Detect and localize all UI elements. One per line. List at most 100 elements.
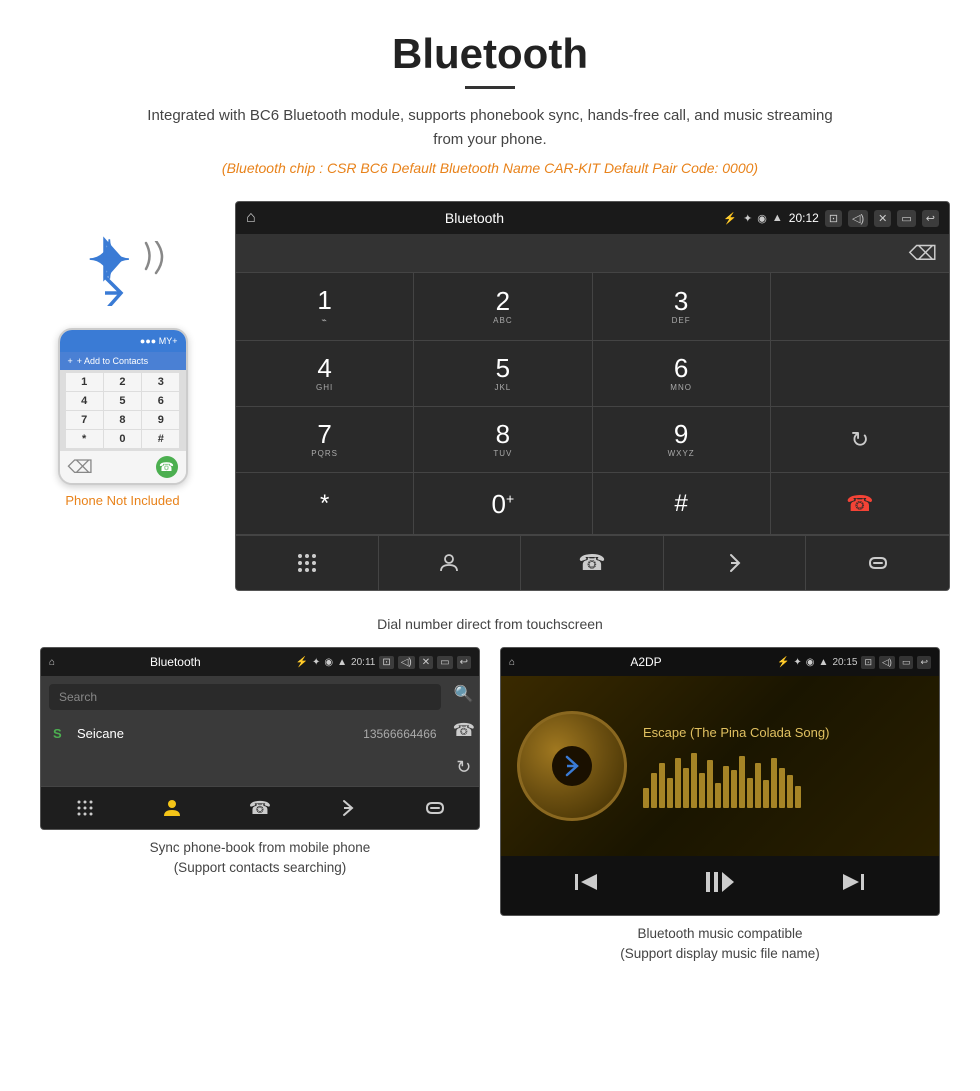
dial-key-4[interactable]: 4 GHI: [236, 341, 414, 407]
pb-close-icon: ✕: [419, 656, 433, 669]
music-home-icon: ⌂: [509, 657, 515, 668]
person-icon: [438, 552, 460, 574]
pb-contacts-button[interactable]: [129, 787, 217, 829]
phone-key-5[interactable]: 5: [104, 392, 141, 410]
contacts-action-button[interactable]: [379, 536, 522, 590]
phonebook-block: ⌂ Bluetooth ⚡ ✦ ◉ ▲ 20:11 ⊡ ◁) ✕ ▭ ↩ Sea…: [30, 647, 490, 965]
phone-key-7[interactable]: 7: [66, 411, 103, 429]
dialer-screen: ⌂ Bluetooth ⚡ ✦ ◉ ▲ 20:12 ⊡ ◁) ✕ ▭ ↩ ⌫: [235, 201, 950, 591]
main-section: ✦ ●●● MY+ + + Add to Contacts: [0, 186, 980, 606]
music-caption-line2: (Support display music file name): [620, 946, 820, 961]
pb-dialpad-button[interactable]: [41, 787, 129, 829]
music-caption-line1: Bluetooth music compatible: [637, 926, 802, 941]
pb-signal-icon: ▲: [337, 657, 347, 668]
pb-bt-icon: ✦: [312, 657, 320, 668]
pb-back-icon: ↩: [457, 656, 471, 669]
dial-key-7[interactable]: 7 PQRS: [236, 407, 414, 473]
song-title: Escape (The Pina Colada Song): [643, 725, 923, 740]
pb-vol-icon: ◁): [398, 656, 415, 669]
dial-key-6[interactable]: 6 MNO: [593, 341, 771, 407]
viz-bar-18: [779, 768, 785, 808]
pb-bottom-bar: ☎: [41, 786, 479, 829]
refresh-button[interactable]: ↻: [771, 407, 949, 473]
album-bluetooth-icon: [561, 751, 583, 781]
dial-key-8[interactable]: 8 TUV: [414, 407, 592, 473]
pb-contact-phone: 13566664466: [363, 727, 436, 741]
phone-action-button[interactable]: ☎: [521, 536, 664, 590]
title-divider: [465, 86, 515, 89]
dial-key-3[interactable]: 3 DEF: [593, 273, 771, 341]
music-screen: ⌂ A2DP ⚡ ✦ ◉ ▲ 20:15 ⊡ ◁) ▭ ↩: [500, 647, 940, 916]
dial-key-star[interactable]: *: [236, 473, 414, 535]
link-action-button[interactable]: [806, 536, 949, 590]
pb-refresh-icon[interactable]: ↻: [456, 757, 471, 778]
phonebook-caption: Sync phone-book from mobile phone (Suppo…: [150, 838, 371, 879]
viz-bar-11: [723, 766, 729, 808]
music-usb-icon: ⚡: [777, 657, 789, 668]
music-caption: Bluetooth music compatible (Support disp…: [620, 924, 820, 965]
dial-key-hash[interactable]: #: [593, 473, 771, 535]
phone-key-6[interactable]: 6: [142, 392, 179, 410]
dial-key-5[interactable]: 5 JKL: [414, 341, 592, 407]
music-time: 20:15: [832, 657, 857, 668]
phone-key-0[interactable]: 0: [104, 430, 141, 448]
dial-key-1[interactable]: 1 ⌁: [236, 273, 414, 341]
phone-key-4[interactable]: 4: [66, 392, 103, 410]
dialpad-action-button[interactable]: [236, 536, 379, 590]
bluetooth-status-icon: ✦: [743, 212, 752, 225]
phone-key-8[interactable]: 8: [104, 411, 141, 429]
backspace-icon[interactable]: ⌫: [909, 241, 937, 266]
phone-call-button[interactable]: ☎: [156, 456, 178, 478]
phone-not-included-label: Phone Not Included: [65, 493, 179, 508]
viz-bar-12: [731, 770, 737, 808]
camera-icon: ⊡: [825, 210, 842, 227]
pb-title: Bluetooth: [59, 655, 292, 669]
next-track-button[interactable]: [839, 870, 867, 901]
viz-bar-1: [643, 788, 649, 808]
dial-key-0[interactable]: 0+: [414, 473, 592, 535]
play-pause-button[interactable]: [704, 868, 736, 903]
pb-link-button[interactable]: [391, 787, 479, 829]
bluetooth-action-button[interactable]: [664, 536, 807, 590]
pb-bt-button[interactable]: [304, 787, 392, 829]
pb-search-icon[interactable]: 🔍: [454, 684, 474, 704]
status-time: 20:12: [789, 211, 819, 225]
phone-key-star[interactable]: *: [66, 430, 103, 448]
music-bt-icon: ✦: [793, 657, 801, 668]
pb-person-icon: [162, 798, 182, 818]
pb-bt-icon: [341, 797, 355, 819]
music-back-icon: ↩: [917, 656, 931, 669]
phonebook-caption-line1: Sync phone-book from mobile phone: [150, 840, 371, 855]
phone-key-hash[interactable]: #: [142, 430, 179, 448]
dial-key-9[interactable]: 9 WXYZ: [593, 407, 771, 473]
prev-track-button[interactable]: [573, 870, 601, 901]
pb-main-content: Search S Seicane 13566664466 🔍 ☎ ↻: [41, 676, 479, 786]
music-controls: [501, 856, 939, 915]
description-text: Integrated with BC6 Bluetooth module, su…: [140, 104, 840, 152]
album-bt-icon: [552, 746, 592, 786]
bottom-section: ⌂ Bluetooth ⚡ ✦ ◉ ▲ 20:11 ⊡ ◁) ✕ ▭ ↩ Sea…: [0, 647, 980, 965]
dialer-action-bar: ☎: [236, 535, 949, 590]
skip-forward-icon: [839, 870, 867, 894]
phone-key-9[interactable]: 9: [142, 411, 179, 429]
pb-contact-item[interactable]: S Seicane 13566664466: [49, 718, 441, 749]
end-call-button[interactable]: ☎: [771, 473, 949, 535]
pb-search-field[interactable]: Search: [49, 684, 441, 710]
viz-bar-8: [699, 773, 705, 808]
link-icon: [866, 553, 890, 573]
window-icon: ▭: [897, 210, 915, 227]
pb-dialpad-icon: [76, 799, 94, 817]
dialer-keypad: 1 ⌁ 2 ABC 3 DEF 4 GHI 5 JKL 6: [236, 272, 949, 535]
phone-key-3[interactable]: 3: [142, 373, 179, 391]
pb-call-icon[interactable]: ☎: [453, 720, 475, 741]
phone-signal-icon: ●●● MY+: [140, 336, 178, 346]
viz-bar-15: [755, 763, 761, 808]
phone-top-bar: ●●● MY+: [60, 330, 186, 352]
pb-link-icon: [424, 800, 446, 816]
phone-key-2[interactable]: 2: [104, 373, 141, 391]
pb-search-placeholder: Search: [59, 690, 97, 704]
back-icon: ↩: [922, 210, 939, 227]
phone-key-1[interactable]: 1: [66, 373, 103, 391]
dial-key-2[interactable]: 2 ABC: [414, 273, 592, 341]
pb-phone-button[interactable]: ☎: [216, 787, 304, 829]
